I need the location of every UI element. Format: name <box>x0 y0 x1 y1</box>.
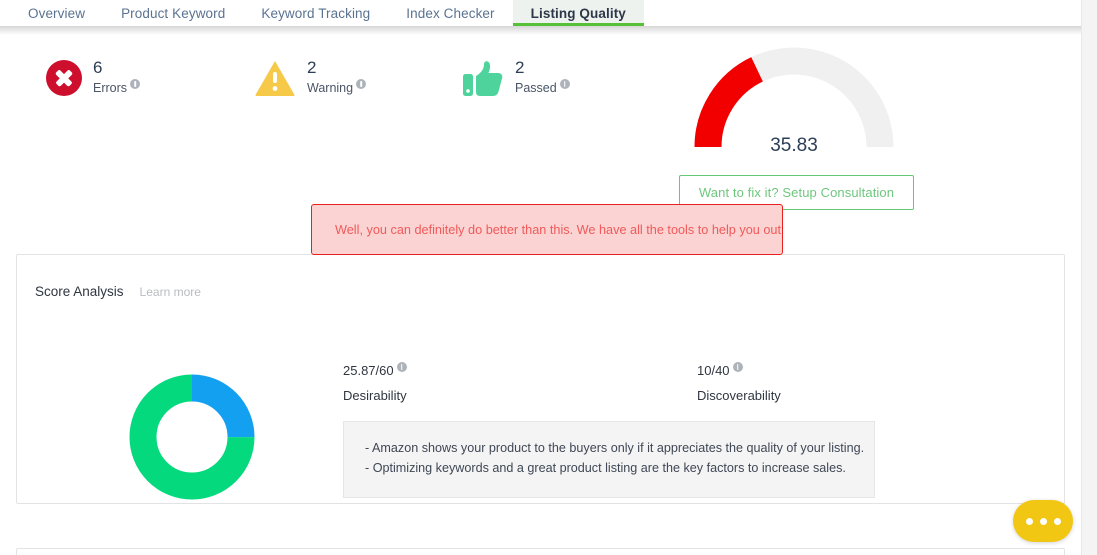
three-dots-icon[interactable] <box>1013 500 1073 542</box>
desirability-info-icon[interactable] <box>396 362 407 372</box>
warning-info-icon[interactable] <box>356 79 367 89</box>
right-edge-scroll-strip <box>1081 0 1097 555</box>
tab-keyword-tracking[interactable]: Keyword Tracking <box>243 0 388 26</box>
score-analysis-title: Score Analysis <box>35 284 124 299</box>
passed-info-icon[interactable] <box>559 79 570 89</box>
stat-warning: 2 Warning <box>254 57 462 97</box>
tab-index-checker[interactable]: Index Checker <box>388 0 512 26</box>
score-donut-chart <box>129 374 255 500</box>
errors-label: Errors <box>93 81 128 95</box>
tab-product-keyword[interactable]: Product Keyword <box>103 0 243 26</box>
quality-alert-banner: Well, you can definitely do better than … <box>311 204 783 255</box>
listing-quality-page: 6 Errors 2 Warning 2 Passed 35.83 Want t… <box>0 35 1081 555</box>
errors-count: 6 <box>93 58 103 77</box>
error-circle-icon <box>46 57 82 96</box>
quality-summary-stats: 6 Errors 2 Warning 2 Passed <box>46 57 670 98</box>
discoverability-value: 10/40 <box>697 363 730 378</box>
next-section-card <box>16 548 1065 555</box>
tab-listing-quality[interactable]: Listing Quality <box>512 0 645 26</box>
stat-errors: 6 Errors <box>46 57 254 97</box>
desirability-value: 25.87/60 <box>343 363 394 378</box>
score-tips-box: - Amazon shows your product to the buyer… <box>343 421 875 498</box>
fab-dot-1 <box>1025 517 1033 525</box>
warning-count: 2 <box>307 58 317 77</box>
desirability-label: Desirability <box>343 388 407 403</box>
score-analysis-header: Score Analysis Learn more <box>35 284 201 299</box>
tab-overview[interactable]: Overview <box>10 0 103 26</box>
discoverability-label: Discoverability <box>697 388 781 403</box>
passed-label: Passed <box>515 81 557 95</box>
metric-desirability: 25.87/60 Desirability <box>343 362 407 403</box>
thumbs-up-icon <box>462 60 504 98</box>
tip-line-1: - Amazon shows your product to the buyer… <box>365 441 865 455</box>
main-tabbar: Overview Product Keyword Keyword Trackin… <box>0 0 1081 35</box>
learn-more-link[interactable]: Learn more <box>140 285 201 299</box>
warning-label: Warning <box>307 81 354 95</box>
tip-line-2: - Optimizing keywords and a great produc… <box>365 461 846 475</box>
gauge-score-value: 35.83 <box>770 135 818 156</box>
alert-message: Well, you can definitely do better than … <box>335 222 781 237</box>
fab-dot-2 <box>1039 517 1047 525</box>
passed-count: 2 <box>515 58 525 77</box>
score-analysis-card: Score Analysis Learn more 25.87/60 Desir… <box>16 254 1065 504</box>
fab-dot-3 <box>1053 517 1061 525</box>
discoverability-info-icon[interactable] <box>732 362 743 372</box>
metric-discoverability: 10/40 Discoverability <box>697 362 781 403</box>
errors-info-icon[interactable] <box>130 79 141 89</box>
stat-passed: 2 Passed <box>462 57 670 98</box>
warning-triangle-icon <box>254 59 296 97</box>
quality-score-gauge: 35.83 Want to fix it? Setup Consultation <box>679 47 914 210</box>
